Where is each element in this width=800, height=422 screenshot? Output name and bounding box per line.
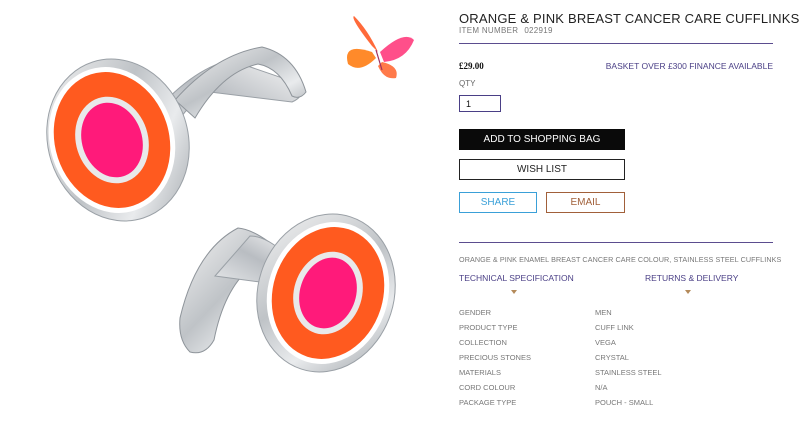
spec-row: GENDER MEN <box>459 308 773 322</box>
product-detail-panel: ORANGE & PINK BREAST CANCER CARE CUFFLIN… <box>459 0 799 417</box>
spec-value: POUCH - SMALL <box>595 398 654 407</box>
spec-key: CORD COLOUR <box>459 383 516 392</box>
quantity-input[interactable] <box>459 95 501 112</box>
spec-value: VEGA <box>595 338 616 347</box>
spec-value: MEN <box>595 308 612 317</box>
divider <box>459 242 773 243</box>
spec-row: COLLECTION VEGA <box>459 338 773 352</box>
tab-returns-delivery[interactable]: RETURNS & DELIVERY <box>645 273 738 283</box>
tab-technical-specification[interactable]: TECHNICAL SPECIFICATION <box>459 273 574 283</box>
add-to-bag-button[interactable]: ADD TO SHOPPING BAG <box>459 129 625 150</box>
product-title: ORANGE & PINK BREAST CANCER CARE CUFFLIN… <box>459 11 800 26</box>
wishlist-button[interactable]: WISH LIST <box>459 159 625 180</box>
spec-row: PRODUCT TYPE CUFF LINK <box>459 323 773 337</box>
spec-value: N/A <box>595 383 608 392</box>
spec-row: CORD COLOUR N/A <box>459 383 773 397</box>
spec-key: COLLECTION <box>459 338 507 347</box>
spec-key: PRECIOUS STONES <box>459 353 531 362</box>
spec-key: GENDER <box>459 308 492 317</box>
spec-value: STAINLESS STEEL <box>595 368 662 377</box>
spec-key: PACKAGE TYPE <box>459 398 517 407</box>
share-button[interactable]: SHARE <box>459 192 537 213</box>
spec-row: PACKAGE TYPE POUCH - SMALL <box>459 398 773 412</box>
chevron-down-icon[interactable] <box>511 290 517 294</box>
quantity-label: QTY <box>459 79 476 88</box>
butterfly-logo <box>347 16 414 79</box>
divider <box>459 43 773 44</box>
item-number-label: ITEM NUMBER <box>459 26 519 35</box>
product-price: £29.00 <box>459 61 484 71</box>
spec-row: PRECIOUS STONES CRYSTAL <box>459 353 773 367</box>
spec-key: MATERIALS <box>459 368 501 377</box>
product-image <box>0 0 440 417</box>
product-description: ORANGE & PINK ENAMEL BREAST CANCER CARE … <box>459 255 782 264</box>
email-button[interactable]: EMAIL <box>546 192 625 213</box>
finance-link[interactable]: BASKET OVER £300 FINANCE AVAILABLE <box>606 61 773 71</box>
spec-value: CRYSTAL <box>595 353 629 362</box>
cufflink-top <box>46 46 307 222</box>
chevron-down-icon[interactable] <box>685 290 691 294</box>
spec-value: CUFF LINK <box>595 323 634 332</box>
spec-row: MATERIALS STAINLESS STEEL <box>459 368 773 382</box>
cufflink-bottom <box>179 213 396 373</box>
item-number-value: 022919 <box>524 26 553 35</box>
spec-key: PRODUCT TYPE <box>459 323 518 332</box>
item-number: ITEM NUMBER 022919 <box>459 26 553 35</box>
cufflinks-image <box>46 16 414 373</box>
